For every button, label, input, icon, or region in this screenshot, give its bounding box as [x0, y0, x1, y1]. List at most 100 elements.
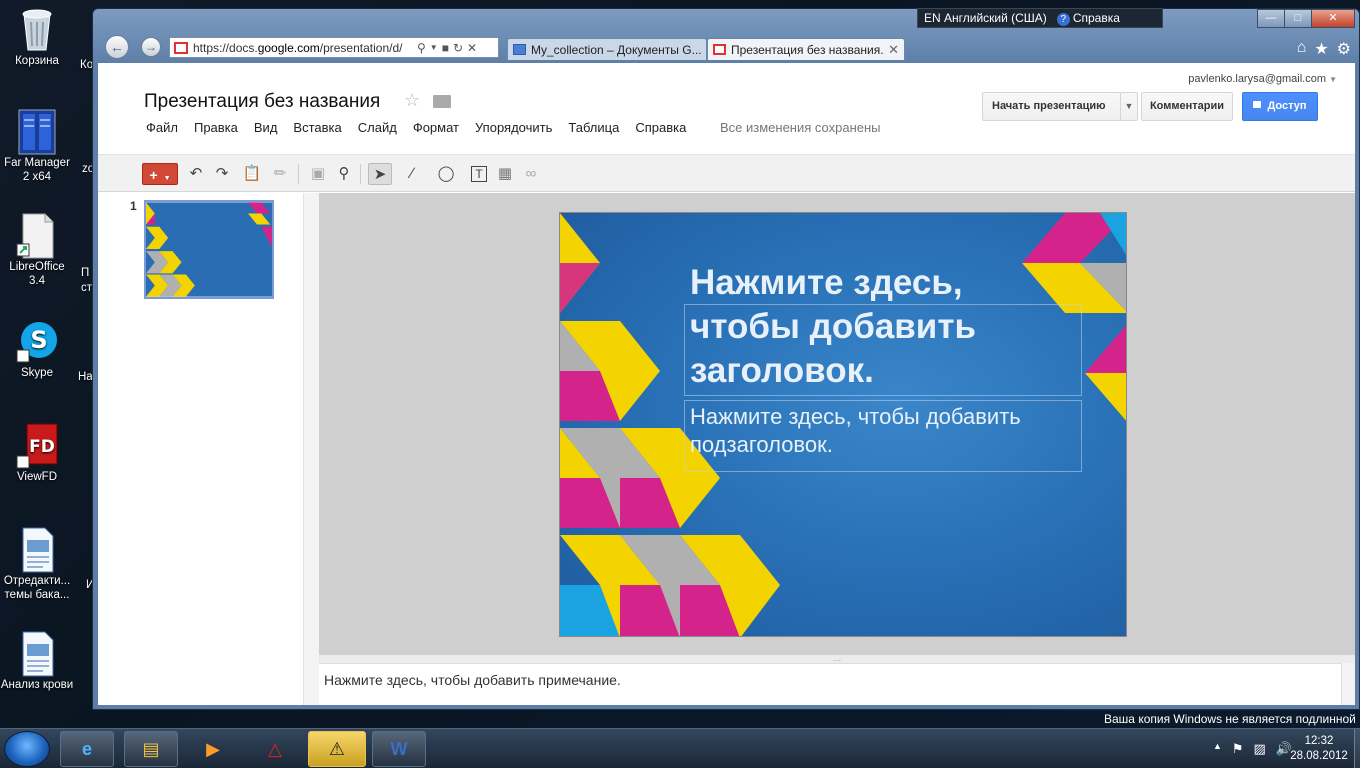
comments-button[interactable]: Комментарии	[1141, 92, 1233, 121]
desktop-icon-libreoffice[interactable]: LibreOffice 3.4	[0, 212, 74, 288]
svg-text:S: S	[30, 326, 47, 354]
start-presentation-button[interactable]: Начать презентацию	[982, 92, 1121, 121]
menu-edit[interactable]: Правка	[194, 120, 238, 135]
menu-format[interactable]: Формат	[413, 120, 459, 135]
clipboard-icon: 📋	[242, 165, 262, 182]
far-manager-icon	[15, 108, 59, 155]
desktop-icon-label: ViewFD	[16, 471, 58, 483]
fit-button[interactable]: ▣	[308, 163, 328, 185]
undo-icon: ↶	[189, 165, 203, 182]
slide-canvas[interactable]: Нажмите здесь, чтобы добавить заголовок.…	[559, 212, 1127, 637]
taskbar-explorer[interactable]: ▤	[124, 731, 178, 767]
maximize-button[interactable]: □	[1284, 9, 1312, 28]
desktop-icon-document[interactable]: Анализ крови	[0, 630, 74, 692]
speaker-notes[interactable]: Нажмите здесь, чтобы добавить примечание…	[319, 663, 1355, 705]
menu-arrange[interactable]: Упорядочить	[475, 120, 552, 135]
clock[interactable]: 12:32 28.08.2012	[1286, 734, 1352, 764]
stop-icon[interactable]: ✕	[467, 41, 477, 55]
shape-tool-button[interactable]: ◯	[430, 163, 462, 185]
undo-button[interactable]: ↶	[186, 163, 206, 185]
line-tool-button[interactable]: ∕	[398, 163, 426, 185]
image-icon: ▦	[497, 165, 513, 182]
cursor-arrow-icon: ➤	[373, 166, 387, 183]
menu-insert[interactable]: Вставка	[293, 120, 341, 135]
folder-icon[interactable]	[433, 95, 451, 108]
menu-slide[interactable]: Слайд	[358, 120, 397, 135]
close-tab-icon[interactable]: ✕	[888, 42, 899, 58]
search-icon[interactable]: ⚲	[417, 41, 426, 55]
text-box-icon: T	[471, 166, 487, 182]
share-button[interactable]: Доступ	[1242, 92, 1318, 121]
document-title[interactable]: Презентация без названия	[144, 91, 380, 113]
desktop-icon-viewfd[interactable]: FD ViewFD	[0, 422, 74, 484]
menu-table[interactable]: Таблица	[568, 120, 619, 135]
minimize-button[interactable]: —	[1257, 9, 1285, 28]
home-icon[interactable]: ⌂	[1297, 39, 1307, 59]
fit-icon: ▣	[310, 165, 326, 182]
show-desktop-button[interactable]	[1354, 729, 1360, 768]
new-slide-button[interactable]: + ▼	[142, 163, 178, 185]
document-icon	[15, 526, 59, 573]
windows-watermark: Ваша копия Windows не является подлинной	[1104, 712, 1356, 726]
show-hidden-icons[interactable]: ▲	[1213, 741, 1222, 757]
account-email[interactable]: pavlenko.larysa@gmail.com ▼	[1188, 73, 1337, 85]
url-suffix: /presentation/d/	[319, 40, 403, 55]
forward-button[interactable]: →	[141, 37, 161, 57]
menu-view[interactable]: Вид	[254, 120, 278, 135]
desktop-icon-label: Far Manager 2 x64	[4, 157, 70, 183]
refresh-icon[interactable]: ↻	[453, 41, 463, 55]
presentation-options-dropdown[interactable]: ▼	[1120, 92, 1138, 121]
language-indicator[interactable]: EN Английский (США)	[924, 11, 1047, 25]
desktop-icon-document[interactable]: Отредакти... темы бака...	[0, 526, 74, 602]
start-button[interactable]	[4, 731, 50, 767]
menu-file[interactable]: Файл	[146, 120, 178, 135]
text-box-button[interactable]: T	[468, 163, 490, 185]
filmstrip-scrollbar[interactable]	[303, 193, 319, 705]
close-window-button[interactable]: ✕	[1311, 9, 1355, 28]
image-button[interactable]: ▦	[494, 163, 516, 185]
notes-resize-handle[interactable]: …	[319, 654, 1355, 663]
skype-icon: S	[15, 318, 59, 363]
taskbar-warning-app[interactable]: ⚠	[308, 731, 366, 767]
desktop-icon-label: LibreOffice 3.4	[9, 261, 65, 287]
redo-icon: ↷	[215, 165, 229, 182]
tab-my-collection[interactable]: My_collection – Документы G...	[507, 38, 707, 60]
dropdown-arrow-icon[interactable]: ▼	[430, 43, 438, 52]
settings-gear-icon[interactable]: ⚙	[1337, 39, 1351, 59]
taskbar-word[interactable]: W	[372, 731, 426, 767]
window-controls: — □ ✕	[1257, 9, 1355, 28]
select-tool-button[interactable]: ➤	[368, 163, 392, 185]
zoom-button[interactable]: ⚲	[334, 163, 354, 185]
desktop-icon-far-manager[interactable]: Far Manager 2 x64	[0, 108, 74, 184]
redo-button[interactable]: ↷	[212, 163, 232, 185]
favorites-star-icon[interactable]: ★	[1314, 39, 1328, 59]
desktop-icon-label-cut: П	[81, 267, 90, 279]
paint-format-button[interactable]: ✏	[270, 163, 290, 185]
lock-icon: ■	[441, 40, 449, 55]
language-bar[interactable]: EN Английский (США) ? Справка	[917, 8, 1163, 28]
title-frame	[684, 304, 1082, 396]
help-link[interactable]: ? Справка	[1056, 11, 1120, 26]
svg-text:FD: FD	[29, 437, 55, 457]
taskbar-media-player[interactable]: ▶	[186, 731, 240, 767]
taskbar-pdf-reader[interactable]: △	[248, 731, 302, 767]
network-icon[interactable]: ▨	[1254, 741, 1266, 757]
tab-title: My_collection – Документы G...	[531, 42, 701, 57]
desktop-icon-recycle-bin[interactable]: Корзина	[0, 6, 74, 68]
star-icon[interactable]: ☆	[404, 90, 420, 111]
tab-presentation[interactable]: Презентация без названия... ✕	[707, 38, 905, 60]
desktop-icon-skype[interactable]: S Skype	[0, 318, 74, 380]
action-center-flag-icon[interactable]: ⚑	[1232, 741, 1244, 757]
slide-canvas-area: Нажмите здесь, чтобы добавить заголовок.…	[319, 193, 1355, 655]
menu-help[interactable]: Справка	[635, 120, 686, 135]
taskbar-internet-explorer[interactable]: e	[60, 731, 114, 767]
back-button[interactable]: ←	[105, 35, 129, 59]
link-button[interactable]: ∞	[520, 163, 542, 185]
notes-scrollbar[interactable]	[1341, 663, 1355, 705]
google-slides-app: Презентация без названия ☆ pavlenko.lary…	[98, 63, 1355, 705]
paste-button[interactable]: 📋	[238, 163, 266, 185]
address-bar[interactable]: https://docs.google.com/presentation/d/ …	[169, 37, 499, 58]
slide-thumbnail[interactable]	[144, 200, 274, 299]
account-dropdown-icon: ▼	[1329, 75, 1337, 84]
line-icon: ∕	[410, 165, 414, 182]
